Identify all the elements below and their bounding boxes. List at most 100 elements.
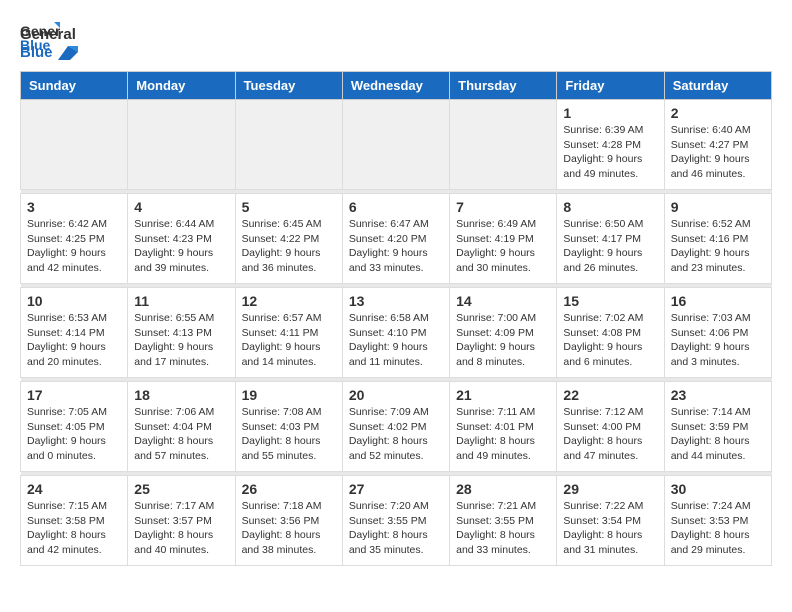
day-info: Sunrise: 7:18 AM Sunset: 3:56 PM Dayligh…: [242, 499, 336, 558]
day-header-thursday: Thursday: [450, 72, 557, 100]
day-cell-30: 30 Sunrise: 7:24 AM Sunset: 3:53 PM Dayli…: [664, 476, 771, 566]
day-number: 17: [27, 387, 121, 403]
day-info: Sunrise: 7:20 AM Sunset: 3:55 PM Dayligh…: [349, 499, 443, 558]
day-info: Sunrise: 6:44 AM Sunset: 4:23 PM Dayligh…: [134, 217, 228, 276]
day-info: Sunrise: 6:45 AM Sunset: 4:22 PM Dayligh…: [242, 217, 336, 276]
empty-cell: [342, 100, 449, 190]
day-info: Sunrise: 6:49 AM Sunset: 4:19 PM Dayligh…: [456, 217, 550, 276]
day-header-wednesday: Wednesday: [342, 72, 449, 100]
day-info: Sunrise: 6:55 AM Sunset: 4:13 PM Dayligh…: [134, 311, 228, 370]
day-cell-25: 25 Sunrise: 7:17 AM Sunset: 3:57 PM Dayli…: [128, 476, 235, 566]
day-info: Sunrise: 7:03 AM Sunset: 4:06 PM Dayligh…: [671, 311, 765, 370]
day-header-monday: Monday: [128, 72, 235, 100]
day-number: 28: [456, 481, 550, 497]
day-number: 30: [671, 481, 765, 497]
day-info: Sunrise: 7:11 AM Sunset: 4:01 PM Dayligh…: [456, 405, 550, 464]
day-info: Sunrise: 7:15 AM Sunset: 3:58 PM Dayligh…: [27, 499, 121, 558]
day-header-sunday: Sunday: [21, 72, 128, 100]
day-cell-22: 22 Sunrise: 7:12 AM Sunset: 4:00 PM Dayli…: [557, 382, 664, 472]
day-number: 1: [563, 105, 657, 121]
week-row-3: 10 Sunrise: 6:53 AM Sunset: 4:14 PM Dayli…: [21, 288, 772, 378]
day-header-saturday: Saturday: [664, 72, 771, 100]
page: General Blue General Blue: [0, 0, 792, 586]
week-row-4: 17 Sunrise: 7:05 AM Sunset: 4:05 PM Dayli…: [21, 382, 772, 472]
day-info: Sunrise: 7:24 AM Sunset: 3:53 PM Dayligh…: [671, 499, 765, 558]
svg-text:Blue: Blue: [20, 37, 51, 53]
day-number: 22: [563, 387, 657, 403]
day-cell-13: 13 Sunrise: 6:58 AM Sunset: 4:10 PM Dayli…: [342, 288, 449, 378]
day-info: Sunrise: 6:39 AM Sunset: 4:28 PM Dayligh…: [563, 123, 657, 182]
day-info: Sunrise: 6:53 AM Sunset: 4:14 PM Dayligh…: [27, 311, 121, 370]
day-info: Sunrise: 7:05 AM Sunset: 4:05 PM Dayligh…: [27, 405, 121, 464]
day-cell-9: 9 Sunrise: 6:52 AM Sunset: 4:16 PM Daylig…: [664, 194, 771, 284]
day-info: Sunrise: 7:08 AM Sunset: 4:03 PM Dayligh…: [242, 405, 336, 464]
day-info: Sunrise: 6:52 AM Sunset: 4:16 PM Dayligh…: [671, 217, 765, 276]
day-info: Sunrise: 7:00 AM Sunset: 4:09 PM Dayligh…: [456, 311, 550, 370]
day-cell-3: 3 Sunrise: 6:42 AM Sunset: 4:25 PM Daylig…: [21, 194, 128, 284]
day-info: Sunrise: 7:14 AM Sunset: 3:59 PM Dayligh…: [671, 405, 765, 464]
day-number: 12: [242, 293, 336, 309]
day-info: Sunrise: 6:42 AM Sunset: 4:25 PM Dayligh…: [27, 217, 121, 276]
day-cell-23: 23Sunrise: 7:14 AM Sunset: 3:59 PM Dayli…: [664, 382, 771, 472]
day-number: 9: [671, 199, 765, 215]
day-number: 7: [456, 199, 550, 215]
day-info: Sunrise: 7:09 AM Sunset: 4:02 PM Dayligh…: [349, 405, 443, 464]
day-header-friday: Friday: [557, 72, 664, 100]
empty-cell: [235, 100, 342, 190]
day-header-tuesday: Tuesday: [235, 72, 342, 100]
calendar: SundayMondayTuesdayWednesdayThursdayFrid…: [20, 71, 772, 566]
day-number: 13: [349, 293, 443, 309]
day-number: 27: [349, 481, 443, 497]
day-number: 25: [134, 481, 228, 497]
day-cell-2: 2 Sunrise: 6:40 AM Sunset: 4:27 PM Daylig…: [664, 100, 771, 190]
day-info: Sunrise: 6:50 AM Sunset: 4:17 PM Dayligh…: [563, 217, 657, 276]
day-info: Sunrise: 7:22 AM Sunset: 3:54 PM Dayligh…: [563, 499, 657, 558]
day-info: Sunrise: 6:40 AM Sunset: 4:27 PM Dayligh…: [671, 123, 765, 182]
day-number: 21: [456, 387, 550, 403]
day-number: 26: [242, 481, 336, 497]
header: General Blue General Blue: [20, 20, 772, 61]
week-row-1: 1 Sunrise: 6:39 AM Sunset: 4:28 PM Daylig…: [21, 100, 772, 190]
day-number: 6: [349, 199, 443, 215]
day-cell-14: 14 Sunrise: 7:00 AM Sunset: 4:09 PM Dayli…: [450, 288, 557, 378]
days-header-row: SundayMondayTuesdayWednesdayThursdayFrid…: [21, 72, 772, 100]
day-cell-15: 15Sunrise: 7:02 AM Sunset: 4:08 PM Dayli…: [557, 288, 664, 378]
empty-cell: [128, 100, 235, 190]
day-cell-18: 18 Sunrise: 7:06 AM Sunset: 4:04 PM Dayli…: [128, 382, 235, 472]
day-number: 18: [134, 387, 228, 403]
day-number: 10: [27, 293, 121, 309]
day-cell-11: 11Sunrise: 6:55 AM Sunset: 4:13 PM Dayli…: [128, 288, 235, 378]
day-cell-4: 4Sunrise: 6:44 AM Sunset: 4:23 PM Daylig…: [128, 194, 235, 284]
day-info: Sunrise: 6:57 AM Sunset: 4:11 PM Dayligh…: [242, 311, 336, 370]
day-cell-10: 10 Sunrise: 6:53 AM Sunset: 4:14 PM Dayli…: [21, 288, 128, 378]
week-row-2: 3 Sunrise: 6:42 AM Sunset: 4:25 PM Daylig…: [21, 194, 772, 284]
day-cell-12: 12 Sunrise: 6:57 AM Sunset: 4:11 PM Dayli…: [235, 288, 342, 378]
day-number: 29: [563, 481, 657, 497]
empty-cell: [450, 100, 557, 190]
day-info: Sunrise: 7:06 AM Sunset: 4:04 PM Dayligh…: [134, 405, 228, 464]
day-info: Sunrise: 7:12 AM Sunset: 4:00 PM Dayligh…: [563, 405, 657, 464]
day-number: 14: [456, 293, 550, 309]
day-cell-7: 7 Sunrise: 6:49 AM Sunset: 4:19 PM Daylig…: [450, 194, 557, 284]
day-cell-28: 28Sunrise: 7:21 AM Sunset: 3:55 PM Dayli…: [450, 476, 557, 566]
logo: General Blue General Blue: [20, 20, 78, 61]
day-cell-1: 1 Sunrise: 6:39 AM Sunset: 4:28 PM Daylig…: [557, 100, 664, 190]
day-info: Sunrise: 6:58 AM Sunset: 4:10 PM Dayligh…: [349, 311, 443, 370]
day-info: Sunrise: 6:47 AM Sunset: 4:20 PM Dayligh…: [349, 217, 443, 276]
day-number: 16: [671, 293, 765, 309]
day-cell-26: 26 Sunrise: 7:18 AM Sunset: 3:56 PM Dayli…: [235, 476, 342, 566]
day-number: 15: [563, 293, 657, 309]
day-cell-8: 8 Sunrise: 6:50 AM Sunset: 4:17 PM Daylig…: [557, 194, 664, 284]
day-number: 8: [563, 199, 657, 215]
day-cell-6: 6 Sunrise: 6:47 AM Sunset: 4:20 PM Daylig…: [342, 194, 449, 284]
empty-cell: [21, 100, 128, 190]
week-row-5: 24Sunrise: 7:15 AM Sunset: 3:58 PM Dayli…: [21, 476, 772, 566]
day-info: Sunrise: 7:17 AM Sunset: 3:57 PM Dayligh…: [134, 499, 228, 558]
day-cell-29: 29 Sunrise: 7:22 AM Sunset: 3:54 PM Dayli…: [557, 476, 664, 566]
day-cell-19: 19Sunrise: 7:08 AM Sunset: 4:03 PM Dayli…: [235, 382, 342, 472]
day-cell-5: 5Sunrise: 6:45 AM Sunset: 4:22 PM Daylig…: [235, 194, 342, 284]
day-cell-17: 17 Sunrise: 7:05 AM Sunset: 4:05 PM Dayli…: [21, 382, 128, 472]
day-cell-21: 21 Sunrise: 7:11 AM Sunset: 4:01 PM Dayli…: [450, 382, 557, 472]
day-number: 3: [27, 199, 121, 215]
day-number: 2: [671, 105, 765, 121]
